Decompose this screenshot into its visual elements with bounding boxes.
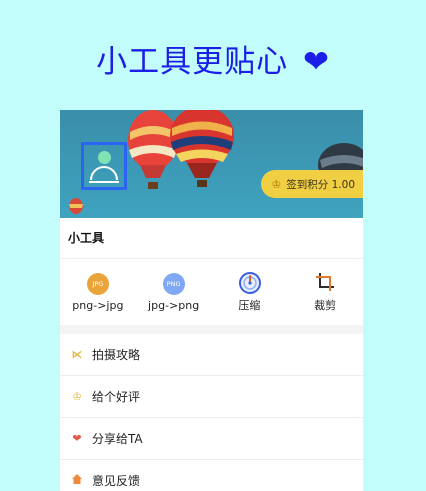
tools-section-title: 小工具: [60, 218, 363, 259]
menu-item-shooting-guide[interactable]: ⋉ 拍摄攻略: [60, 334, 363, 376]
main-card: ♔ 签到积分 1.00 小工具 JPG png->jpg PNG jpg->pn…: [60, 110, 363, 491]
menu-item-label: 分享给TA: [92, 432, 143, 446]
signin-points-button[interactable]: ♔ 签到积分 1.00: [261, 170, 363, 198]
crown-icon: ♔: [271, 177, 282, 191]
page-title: 小工具更贴心 ❤: [0, 36, 426, 81]
tool-label: png->jpg: [72, 298, 124, 312]
tool-label: jpg->png: [148, 298, 200, 312]
menu-item-feedback[interactable]: 意见反馈: [60, 460, 363, 491]
jpg-icon: JPG: [86, 272, 109, 295]
crop-icon: [314, 271, 336, 293]
avatar-base: [89, 181, 119, 183]
menu-item-label: 拍摄攻略: [92, 348, 141, 362]
heart-icon: ❤: [72, 432, 82, 445]
signin-label: 签到积分 1.00: [286, 178, 355, 191]
tool-label: 裁剪: [314, 299, 337, 312]
tools-grid: JPG png->jpg PNG jpg->png 压缩 裁剪: [60, 259, 363, 325]
compress-gauge-icon: [238, 271, 262, 294]
tool-compress[interactable]: 压缩: [212, 271, 288, 313]
guide-icon: ⋉: [71, 348, 83, 361]
menu-item-label: 给个好评: [92, 390, 141, 404]
home-icon: [70, 473, 84, 488]
tool-jpg-to-png[interactable]: PNG jpg->png: [136, 272, 212, 312]
page-title-text: 小工具更贴心: [96, 44, 289, 80]
banner: ♔ 签到积分 1.00: [60, 110, 363, 218]
heart-icon: ❤: [302, 44, 330, 80]
avatar[interactable]: [81, 142, 127, 190]
section-divider: [60, 325, 363, 334]
avatar-body: [90, 166, 118, 180]
menu-item-share[interactable]: ❤ 分享给TA: [60, 418, 363, 460]
avatar-head: [98, 151, 111, 164]
tool-label: 压缩: [238, 299, 261, 312]
png-icon: PNG: [162, 272, 185, 295]
tool-crop[interactable]: 裁剪: [287, 271, 363, 313]
crown-icon: ♔: [72, 390, 82, 403]
menu-item-label: 意见反馈: [92, 474, 141, 488]
menu-item-rate[interactable]: ♔ 给个好评: [60, 376, 363, 418]
tool-png-to-jpg[interactable]: JPG png->jpg: [60, 272, 136, 312]
